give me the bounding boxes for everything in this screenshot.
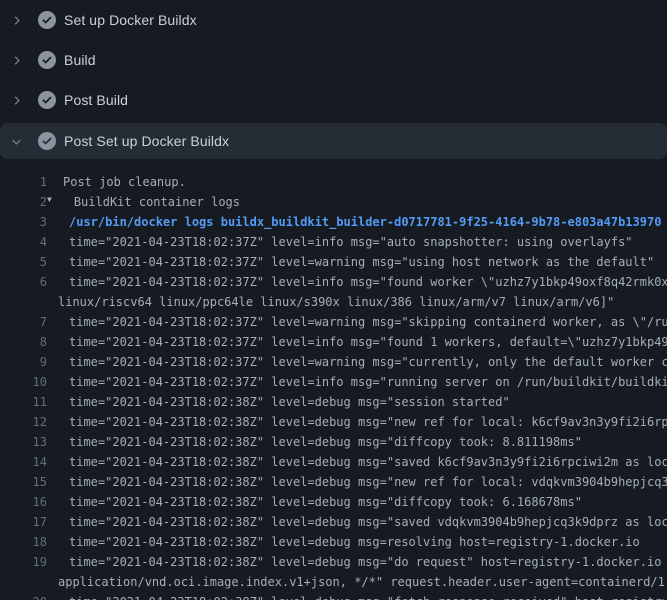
log-line-number[interactable]: 14	[0, 452, 47, 472]
log-line-number[interactable]: 10	[0, 372, 47, 392]
log-line: 16 time="2021-04-23T18:02:38Z" level=deb…	[0, 492, 667, 512]
chevron-right-icon[interactable]	[9, 93, 23, 107]
log-line-number[interactable]: 6	[0, 272, 47, 292]
log-line-text: time="2021-04-23T18:02:38Z" level=debug …	[69, 432, 582, 452]
step-row[interactable]: Post Build	[0, 80, 667, 120]
chevron-down-icon[interactable]	[9, 134, 23, 148]
log-line: 4 time="2021-04-23T18:02:37Z" level=info…	[0, 232, 667, 252]
step-label: Post Build	[64, 92, 128, 108]
log-line-text: time="2021-04-23T18:02:38Z" level=debug …	[69, 592, 667, 600]
log-line: linux/riscv64 linux/ppc64le linux/s390x …	[0, 292, 667, 312]
log-line: 14 time="2021-04-23T18:02:38Z" level=deb…	[0, 452, 667, 472]
chevron-right-icon[interactable]	[9, 13, 23, 27]
log-line-number[interactable]: 4	[0, 232, 47, 252]
log-line: 17 time="2021-04-23T18:02:38Z" level=deb…	[0, 512, 667, 532]
log-line: 3 /usr/bin/docker logs buildx_buildkit_b…	[0, 212, 667, 232]
log-line: 5 time="2021-04-23T18:02:37Z" level=warn…	[0, 252, 667, 272]
chevron-right-icon[interactable]	[9, 53, 23, 67]
log-line-text: time="2021-04-23T18:02:38Z" level=debug …	[69, 412, 667, 432]
log-line: 6 time="2021-04-23T18:02:37Z" level=info…	[0, 272, 667, 292]
log-line-text: time="2021-04-23T18:02:37Z" level=warnin…	[69, 352, 667, 372]
log-panel: 1 Post job cleanup. 2 ▼ BuildKit containe…	[0, 159, 667, 600]
log-line-number[interactable]: 13	[0, 432, 47, 452]
log-line-number[interactable]: 18	[0, 532, 47, 552]
log-line[interactable]: 2 ▼ BuildKit container logs	[0, 192, 667, 212]
group-collapse-triangle-icon[interactable]: ▼	[47, 190, 52, 210]
log-line-number[interactable]: 2	[0, 192, 47, 212]
log-line-text: time="2021-04-23T18:02:38Z" level=debug …	[69, 552, 667, 572]
check-circle-icon	[38, 11, 56, 29]
log-line-text: time="2021-04-23T18:02:37Z" level=warnin…	[69, 312, 667, 332]
log-line-number[interactable]	[0, 572, 47, 592]
log-line-text: Post job cleanup.	[63, 172, 186, 192]
log-line-text: time="2021-04-23T18:02:37Z" level=info m…	[69, 372, 667, 392]
log-line-number[interactable]: 12	[0, 412, 47, 432]
log-line: 8 time="2021-04-23T18:02:37Z" level=info…	[0, 332, 667, 352]
steps-list: Set up Docker Buildx Build Post Build Po…	[0, 0, 667, 159]
log-line: 12 time="2021-04-23T18:02:38Z" level=deb…	[0, 412, 667, 432]
step-label: Set up Docker Buildx	[64, 12, 197, 28]
log-line-number[interactable]: 15	[0, 472, 47, 492]
step-label: Build	[64, 52, 96, 68]
step-row[interactable]: Set up Docker Buildx	[0, 0, 667, 40]
log-line-text: BuildKit container logs	[74, 192, 240, 212]
log-line: 19 time="2021-04-23T18:02:38Z" level=deb…	[0, 552, 667, 572]
log-line-number[interactable]: 17	[0, 512, 47, 532]
log-line: 7 time="2021-04-23T18:02:37Z" level=warn…	[0, 312, 667, 332]
log-line-number[interactable]: 3	[0, 212, 47, 232]
step-row[interactable]: Post Set up Docker Buildx	[0, 123, 667, 159]
log-line-number[interactable]: 16	[0, 492, 47, 512]
step-row[interactable]: Build	[0, 40, 667, 80]
check-circle-icon	[38, 51, 56, 69]
log-line-text: time="2021-04-23T18:02:38Z" level=debug …	[69, 392, 510, 412]
check-circle-icon	[38, 132, 56, 150]
log-line-number[interactable]: 11	[0, 392, 47, 412]
log-line-number[interactable]: 8	[0, 332, 47, 352]
step-label: Post Set up Docker Buildx	[64, 133, 229, 149]
log-line: 10 time="2021-04-23T18:02:37Z" level=inf…	[0, 372, 667, 392]
log-line-number[interactable]: 9	[0, 352, 47, 372]
log-line-number[interactable]: 7	[0, 312, 47, 332]
log-line-text: time="2021-04-23T18:02:38Z" level=debug …	[69, 512, 667, 532]
log-line-text: time="2021-04-23T18:02:37Z" level=warnin…	[69, 252, 654, 272]
log-line-number[interactable]: 20	[0, 592, 47, 600]
log-line: 9 time="2021-04-23T18:02:37Z" level=warn…	[0, 352, 667, 372]
log-line: 1 Post job cleanup.	[0, 172, 667, 192]
log-line-number[interactable]: 19	[0, 552, 47, 572]
log-line-text: linux/riscv64 linux/ppc64le linux/s390x …	[58, 292, 614, 312]
log-line-text: time="2021-04-23T18:02:38Z" level=debug …	[69, 532, 640, 552]
log-line-text: /usr/bin/docker logs buildx_buildkit_bui…	[69, 212, 661, 232]
log-line: 18 time="2021-04-23T18:02:38Z" level=deb…	[0, 532, 667, 552]
log-line: 20 time="2021-04-23T18:02:38Z" level=deb…	[0, 592, 667, 600]
actions-log-viewer: Set up Docker Buildx Build Post Build Po…	[0, 0, 667, 600]
log-line-text: application/vnd.oci.image.index.v1+json,…	[58, 572, 667, 592]
log-line-text: time="2021-04-23T18:02:38Z" level=debug …	[69, 452, 667, 472]
log-line-number[interactable]: 1	[0, 172, 47, 192]
log-line: application/vnd.oci.image.index.v1+json,…	[0, 572, 667, 592]
log-line-number[interactable]	[0, 292, 47, 312]
log-line-text: time="2021-04-23T18:02:37Z" level=info m…	[69, 332, 667, 352]
log-line-text: time="2021-04-23T18:02:38Z" level=debug …	[69, 492, 582, 512]
log-line: 15 time="2021-04-23T18:02:38Z" level=deb…	[0, 472, 667, 492]
log-line-text: time="2021-04-23T18:02:37Z" level=info m…	[69, 232, 633, 252]
check-circle-icon	[38, 91, 56, 109]
log-line: 11 time="2021-04-23T18:02:38Z" level=deb…	[0, 392, 667, 412]
log-line-text: time="2021-04-23T18:02:38Z" level=debug …	[69, 472, 667, 492]
log-line-text: time="2021-04-23T18:02:37Z" level=info m…	[69, 272, 667, 292]
log-line: 13 time="2021-04-23T18:02:38Z" level=deb…	[0, 432, 667, 452]
log-line-number[interactable]: 5	[0, 252, 47, 272]
